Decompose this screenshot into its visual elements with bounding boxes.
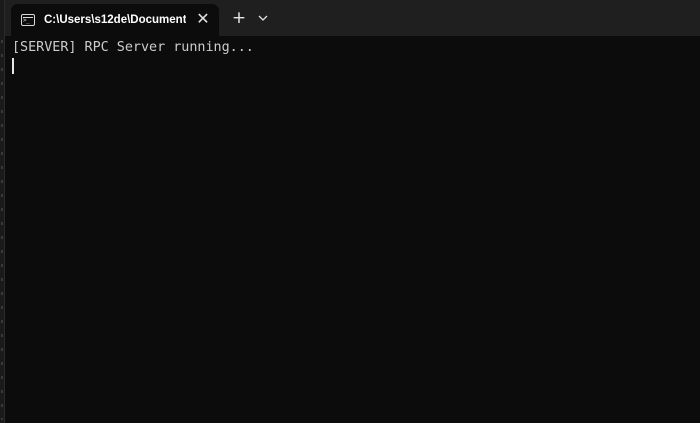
tab-active[interactable]: >_ C:\Users\s12de\Documents\G ✕: [11, 4, 219, 36]
background-window-ruler: [1, 40, 3, 420]
tab-title: C:\Users\s12de\Documents\G: [44, 14, 186, 26]
terminal-output[interactable]: [SERVER] RPC Server running...: [12, 39, 700, 423]
chevron-down-icon[interactable]: [255, 10, 271, 26]
close-icon[interactable]: ✕: [195, 11, 211, 27]
title-bar: >_ C:\Users\s12de\Documents\G ✕ +: [5, 0, 700, 36]
terminal-icon: >_: [21, 14, 35, 26]
terminal-line: [SERVER] RPC Server running...: [12, 40, 254, 55]
plus-icon[interactable]: +: [230, 9, 248, 27]
terminal-cursor-line: [12, 57, 700, 80]
text-cursor: [12, 58, 14, 74]
background-window-edge: [0, 0, 5, 423]
terminal-window: >_ C:\Users\s12de\Documents\G ✕ + [SERVE…: [0, 0, 700, 423]
